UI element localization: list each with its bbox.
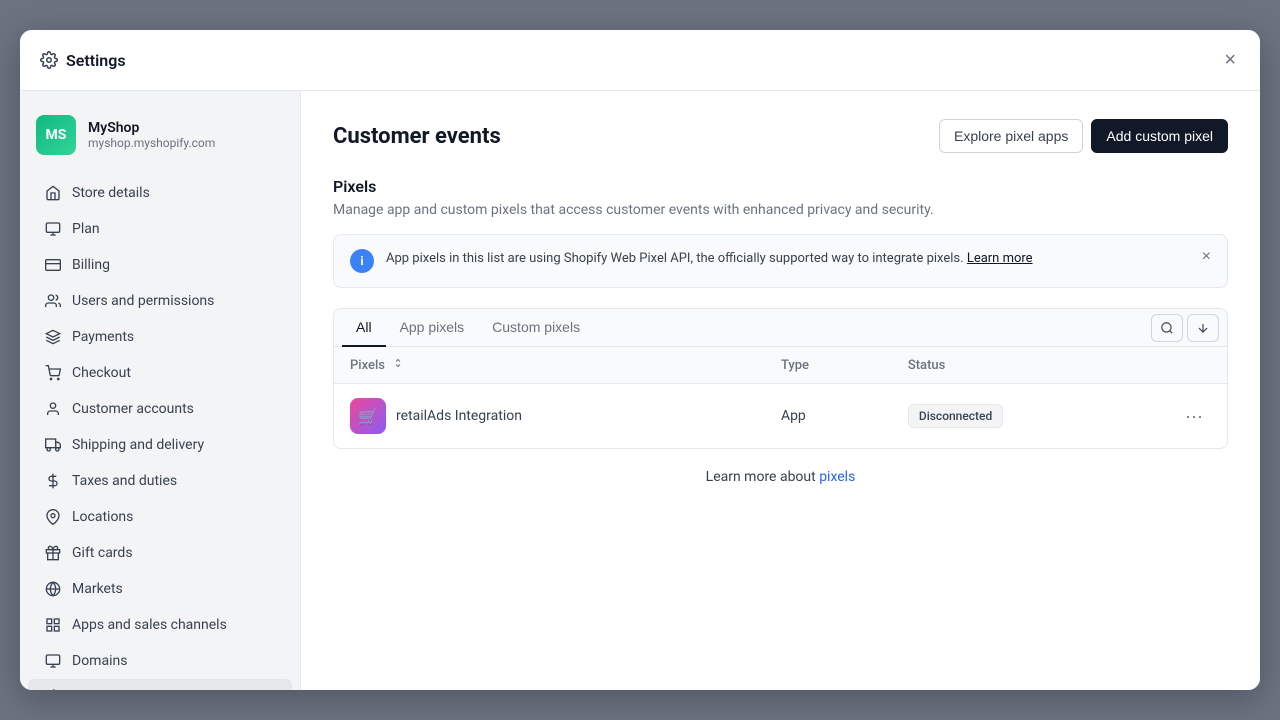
sidebar-label-shipping: Shipping and delivery — [72, 437, 204, 453]
sidebar-label-domains: Domains — [72, 653, 127, 669]
explore-pixel-apps-button[interactable]: Explore pixel apps — [939, 119, 1083, 153]
customer-events-icon — [44, 688, 62, 690]
sidebar-label-locations: Locations — [72, 509, 133, 525]
sidebar-label-apps: Apps and sales channels — [72, 617, 227, 633]
modal-body: MS MyShop myshop.myshopify.com Store det… — [20, 91, 1260, 690]
info-icon: i — [350, 249, 374, 273]
sidebar-item-customer-accounts[interactable]: Customer accounts — [28, 391, 292, 427]
sidebar-item-billing[interactable]: Billing — [28, 247, 292, 283]
store-info: MS MyShop myshop.myshopify.com — [20, 107, 300, 175]
table-container: Pixels Type Status — [333, 347, 1228, 449]
sidebar-label-gift-cards: Gift cards — [72, 545, 133, 561]
sidebar-item-shipping-delivery[interactable]: Shipping and delivery — [28, 427, 292, 463]
pixels-table: Pixels Type Status — [334, 347, 1227, 448]
sidebar-label-taxes: Taxes and duties — [72, 473, 177, 489]
markets-icon — [44, 580, 62, 598]
banner-text: App pixels in this list are using Shopif… — [386, 249, 1190, 269]
shipping-icon — [44, 436, 62, 454]
section-desc: Manage app and custom pixels that access… — [333, 202, 1228, 218]
domains-icon — [44, 652, 62, 670]
billing-icon — [44, 256, 62, 274]
section-title: Pixels — [333, 177, 1228, 196]
payments-icon — [44, 328, 62, 346]
tab-actions — [1151, 314, 1219, 342]
sidebar-label-payments: Payments — [72, 329, 134, 345]
pixel-name-cell: 🛒 retailAds Integration — [334, 384, 765, 449]
sidebar-item-checkout[interactable]: Checkout — [28, 355, 292, 391]
main-content: Customer events Explore pixel apps Add c… — [300, 91, 1260, 690]
pixel-status-cell: Disconnected — [892, 384, 1161, 449]
tab-app-pixels[interactable]: App pixels — [386, 309, 479, 347]
search-button[interactable] — [1151, 314, 1183, 342]
pixels-link[interactable]: pixels — [819, 469, 855, 485]
modal-title: Settings — [66, 51, 126, 70]
locations-icon — [44, 508, 62, 526]
sidebar-item-locations[interactable]: Locations — [28, 499, 292, 535]
gift-cards-icon — [44, 544, 62, 562]
sidebar-label-store-details: Store details — [72, 185, 150, 201]
tab-all[interactable]: All — [342, 309, 386, 347]
col-status: Status — [892, 347, 1161, 384]
sort-button[interactable] — [1187, 314, 1219, 342]
sidebar: MS MyShop myshop.myshopify.com Store det… — [20, 91, 300, 690]
tabs-bar: All App pixels Custom pixels — [333, 308, 1228, 347]
info-banner: i App pixels in this list are using Shop… — [333, 234, 1228, 288]
users-icon — [44, 292, 62, 310]
sidebar-label-billing: Billing — [72, 257, 110, 273]
banner-close-button[interactable]: × — [1202, 249, 1211, 265]
sidebar-item-users-permissions[interactable]: Users and permissions — [28, 283, 292, 319]
store-details: MyShop myshop.myshopify.com — [88, 120, 215, 150]
pixel-logo: 🛒 — [350, 398, 386, 434]
learn-more: Learn more about pixels — [333, 449, 1228, 505]
page-header: Customer events Explore pixel apps Add c… — [333, 119, 1228, 153]
store-name: MyShop — [88, 120, 215, 136]
taxes-icon — [44, 472, 62, 490]
modal-header-left: Settings — [40, 51, 126, 70]
col-type: Type — [765, 347, 892, 384]
store-url: myshop.myshopify.com — [88, 136, 215, 150]
store-avatar: MS — [36, 115, 76, 155]
settings-modal: Settings × MS MyShop myshop.myshopify.co… — [20, 30, 1260, 690]
checkout-icon — [44, 364, 62, 382]
col-pixels: Pixels — [334, 347, 765, 384]
sidebar-item-taxes-duties[interactable]: Taxes and duties — [28, 463, 292, 499]
customer-accounts-icon — [44, 400, 62, 418]
more-options-button[interactable]: ··· — [1177, 402, 1211, 431]
tab-buttons: All App pixels Custom pixels — [342, 309, 1151, 346]
pixel-type: App — [765, 384, 892, 449]
add-custom-pixel-button[interactable]: Add custom pixel — [1091, 119, 1228, 153]
sidebar-label-checkout: Checkout — [72, 365, 131, 381]
sidebar-item-plan[interactable]: Plan — [28, 211, 292, 247]
close-button[interactable]: × — [1220, 46, 1240, 74]
pixels-sort-icon[interactable] — [392, 357, 404, 369]
table-row: 🛒 retailAds Integration App Disconnected — [334, 384, 1227, 449]
store-icon — [44, 184, 62, 202]
apps-icon — [44, 616, 62, 634]
pixel-actions-cell: ··· — [1161, 384, 1227, 449]
sidebar-item-markets[interactable]: Markets — [28, 571, 292, 607]
modal-header: Settings × — [20, 30, 1260, 91]
sidebar-item-customer-events[interactable]: Customer events — [28, 679, 292, 690]
status-badge: Disconnected — [908, 404, 1003, 428]
pixel-name: retailAds Integration — [396, 408, 522, 424]
sidebar-label-customer-accounts: Customer accounts — [72, 401, 194, 417]
pixels-section: Pixels Manage app and custom pixels that… — [333, 177, 1228, 505]
settings-icon — [40, 51, 58, 69]
sidebar-label-users: Users and permissions — [72, 293, 214, 309]
sidebar-item-apps-sales-channels[interactable]: Apps and sales channels — [28, 607, 292, 643]
sidebar-label-plan: Plan — [72, 221, 100, 237]
banner-learn-more-link[interactable]: Learn more — [967, 251, 1033, 266]
sidebar-item-store-details[interactable]: Store details — [28, 175, 292, 211]
sidebar-item-domains[interactable]: Domains — [28, 643, 292, 679]
sidebar-item-gift-cards[interactable]: Gift cards — [28, 535, 292, 571]
tab-custom-pixels[interactable]: Custom pixels — [478, 309, 594, 347]
modal-overlay: Settings × MS MyShop myshop.myshopify.co… — [0, 0, 1280, 720]
header-actions: Explore pixel apps Add custom pixel — [939, 119, 1228, 153]
plan-icon — [44, 220, 62, 238]
sidebar-label-markets: Markets — [72, 581, 123, 597]
page-title: Customer events — [333, 124, 501, 149]
sidebar-item-payments[interactable]: Payments — [28, 319, 292, 355]
sidebar-label-customer-events: Customer events — [72, 689, 178, 690]
